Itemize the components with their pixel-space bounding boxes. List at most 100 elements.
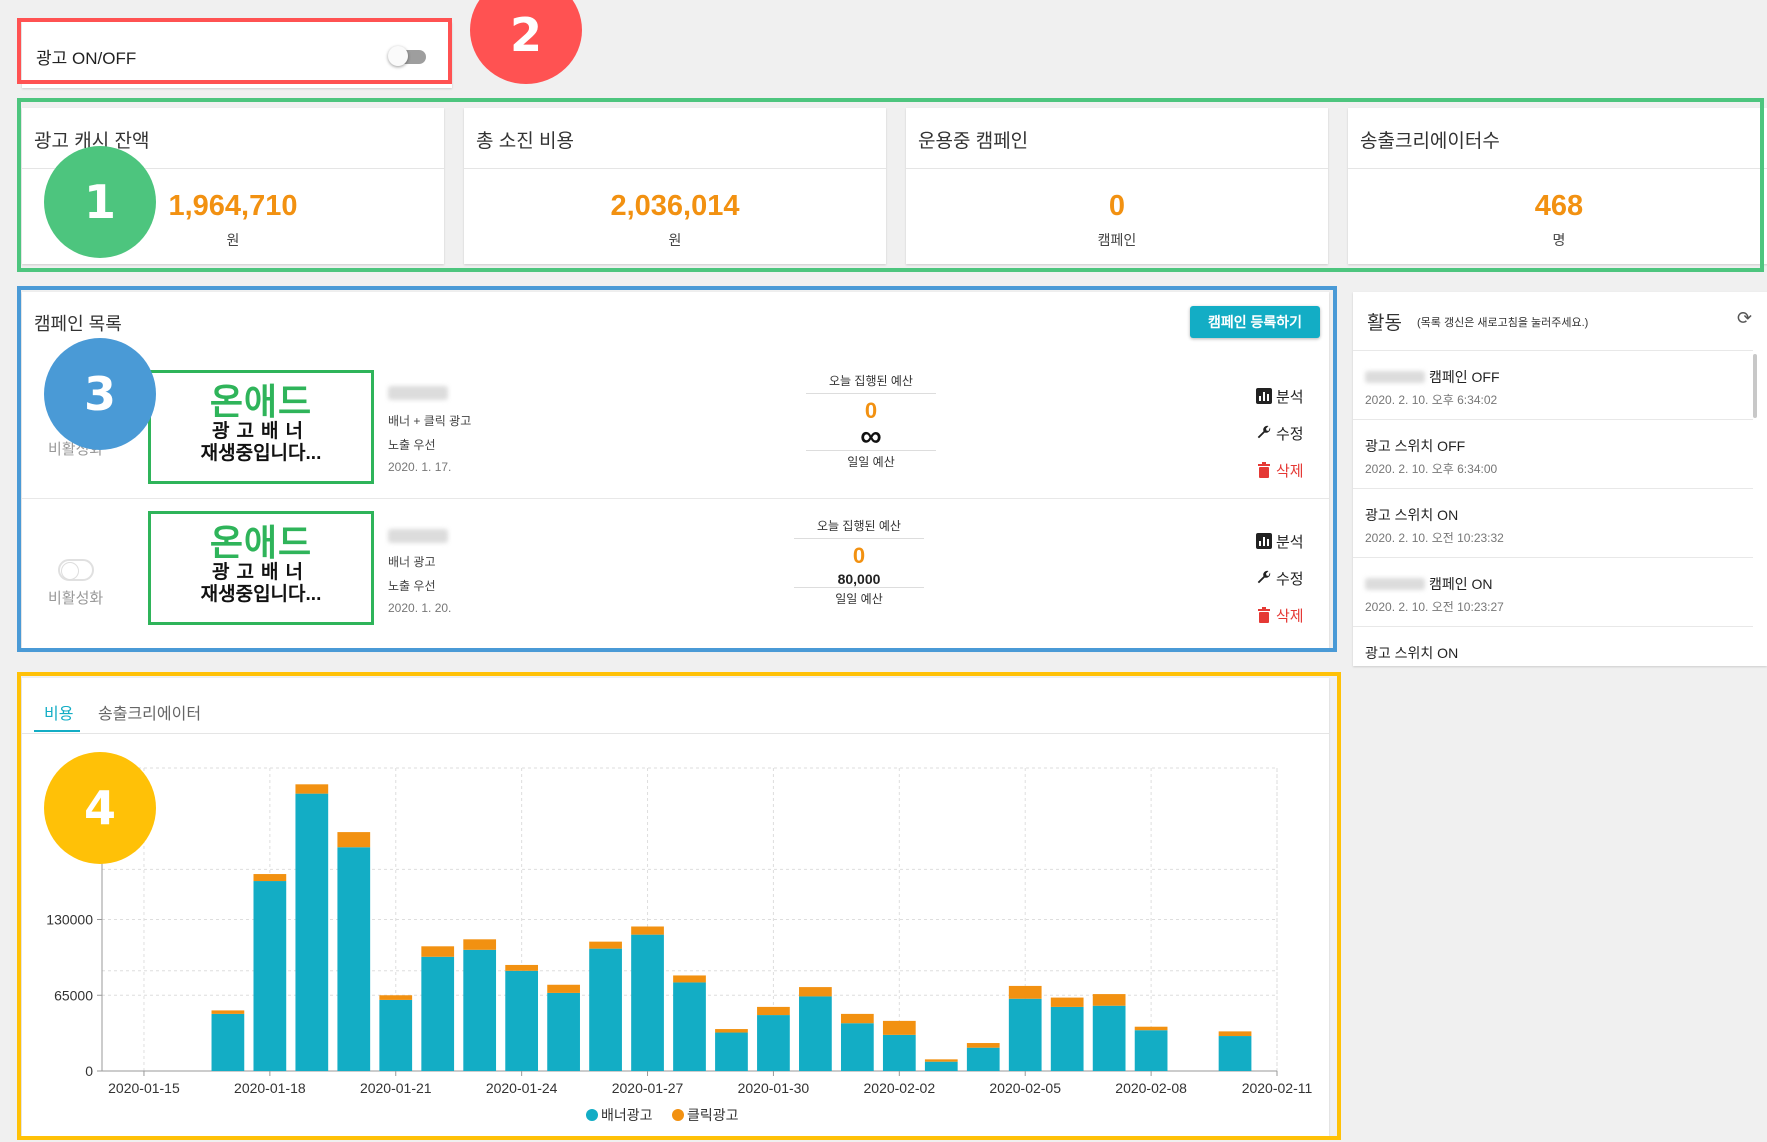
x-tick-label: 2020-01-30 (738, 1080, 810, 1096)
bar-banner (253, 881, 287, 1071)
activity-title: 활동 (1367, 313, 1402, 334)
bar-banner (337, 847, 371, 1071)
legend-marker (672, 1109, 684, 1121)
x-tick-label: 2020-01-27 (612, 1080, 684, 1096)
activity-time: 2020. 2. 10. 오전 10:23:32 (1365, 531, 1504, 545)
campaign-status: 비활성화 (48, 590, 104, 607)
campaign-type: 배너 + 클릭 광고 (388, 414, 472, 428)
analyze-button[interactable]: 분석 (1256, 386, 1304, 407)
bar-click (421, 946, 455, 957)
bar-click (1050, 997, 1084, 1007)
activity-list[interactable]: 캠페인 OFF 2020. 2. 10. 오후 6:34:02 광고 스위치 O… (1353, 350, 1753, 666)
annotation-badge-1: 1 (44, 146, 156, 258)
bar-banner (799, 996, 832, 1071)
bar-banner (505, 970, 539, 1071)
bar-click (1218, 1031, 1252, 1037)
annotation-badge-2: 2 (470, 0, 582, 84)
delete-button[interactable]: 삭제 (1256, 605, 1304, 626)
campaign-row: 비활성화 온애드 광고배너 재생중입니다... 배너 + 클릭 광고 노출 우선… (22, 350, 1329, 500)
activity-time: 2020. 2. 10. 오후 6:34:00 (1365, 462, 1498, 476)
refresh-icon[interactable]: ⟳ (1737, 308, 1752, 329)
bar-click (505, 964, 539, 971)
analyze-button[interactable]: 분석 (1256, 531, 1304, 552)
banner-brand: 온애드 (209, 381, 313, 422)
blurred-campaign-name (1365, 578, 1425, 590)
bar-banner (295, 793, 329, 1071)
bar-click (840, 1013, 874, 1024)
campaign-banner-preview[interactable]: 온애드 광고배너 재생중입니다... (148, 511, 374, 625)
activity-text: 캠페인 OFF (1365, 367, 1500, 387)
stat-unit: 캠페인 (1097, 232, 1137, 248)
bar-click (966, 1043, 1000, 1048)
bar-click (715, 1029, 748, 1033)
x-tick-label: 2020-01-21 (360, 1080, 432, 1096)
bar-banner (379, 999, 413, 1071)
delete-button[interactable]: 삭제 (1256, 460, 1304, 481)
bar-banner (924, 1061, 958, 1071)
banner-line2: 재생중입니다... (200, 443, 322, 464)
ad-toggle-label: 광고 ON/OFF (36, 49, 137, 68)
bar-click (799, 987, 832, 997)
campaign-budget: 오늘 집행된 예산 0 80,000 일일 예산 (794, 517, 924, 607)
campaign-toggle[interactable] (58, 559, 94, 581)
activity-text: 캠페인 ON (1365, 574, 1493, 594)
wrench-icon (1257, 570, 1271, 584)
activity-text: 광고 스위치 ON (1365, 645, 1459, 661)
trash-icon (1258, 462, 1270, 478)
bar-banner (211, 1013, 245, 1071)
bar-banner (715, 1032, 748, 1071)
x-tick-label: 2020-01-24 (486, 1080, 558, 1096)
x-tick-label: 2020-01-18 (234, 1080, 306, 1096)
edit-label: 수정 (1276, 571, 1304, 588)
activity-text: 광고 스위치 OFF (1365, 438, 1466, 454)
stat-unit: 명 (1552, 232, 1566, 248)
campaign-name-blurred (388, 529, 448, 543)
activity-item: 광고 스위치 OFF 2020. 2. 10. 오후 6:34:00 (1353, 419, 1753, 488)
budget-today-label: 오늘 집행된 예산 (806, 372, 936, 394)
bar-banner (840, 1023, 874, 1071)
x-tick-label: 2020-02-11 (1242, 1080, 1313, 1096)
stat-value: 468 (1534, 190, 1584, 222)
bar-banner (547, 992, 580, 1071)
x-tick-label: 2020-02-05 (989, 1080, 1061, 1096)
campaign-date: 2020. 1. 20. (388, 601, 452, 615)
campaign-priority: 노출 우선 (388, 579, 436, 593)
activity-label: 캠페인 ON (1429, 576, 1493, 592)
stat-card-active-campaigns: 운용중 캠페인 0 캠페인 (906, 108, 1328, 264)
activity-label: 캠페인 OFF (1429, 369, 1500, 385)
x-tick-label: 2020-02-02 (864, 1080, 936, 1096)
trash-icon (1258, 607, 1270, 623)
ad-toggle-knob (388, 46, 408, 66)
edit-button[interactable]: 수정 (1256, 568, 1304, 589)
banner-line2: 재생중입니다... (200, 584, 322, 605)
bar-banner (421, 956, 455, 1071)
wrench-icon (1257, 425, 1271, 439)
activity-item: 캠페인 ON 2020. 2. 10. 오전 10:23:27 (1353, 557, 1753, 626)
edit-button[interactable]: 수정 (1256, 423, 1304, 444)
budget-daily-value: 80,000 (837, 571, 881, 587)
bar-click (463, 939, 497, 950)
bar-banner (757, 1015, 790, 1071)
stat-card-creators: 송출크리에이터수 468 명 (1348, 108, 1767, 264)
register-campaign-button[interactable]: 캠페인 등록하기 (1190, 306, 1320, 338)
chart-icon (1256, 533, 1272, 549)
campaign-date: 2020. 1. 17. (388, 460, 452, 474)
campaign-type: 배너 광고 (388, 555, 436, 569)
bar-click (295, 784, 329, 794)
campaign-list-title: 캠페인 목록 (34, 314, 122, 334)
bar-click (589, 941, 622, 949)
activity-item: 광고 스위치 ON (1353, 626, 1753, 666)
activity-scrollbar[interactable] (1753, 354, 1757, 418)
y-tick-label: 65000 (54, 987, 93, 1003)
bar-banner (463, 949, 497, 1071)
x-tick-label: 2020-01-15 (108, 1080, 180, 1096)
stat-value: 2,036,014 (610, 190, 740, 222)
stat-divider (464, 168, 886, 169)
bar-banner (673, 982, 706, 1071)
ad-toggle-switch[interactable] (388, 46, 426, 66)
campaign-banner-preview[interactable]: 온애드 광고배너 재생중입니다... (148, 370, 374, 484)
bar-banner (1218, 1036, 1252, 1071)
stat-title: 송출크리에이터수 (1360, 131, 1500, 152)
activity-item: 캠페인 OFF 2020. 2. 10. 오후 6:34:02 (1353, 350, 1753, 419)
banner-line1: 광고배너 (212, 421, 310, 442)
